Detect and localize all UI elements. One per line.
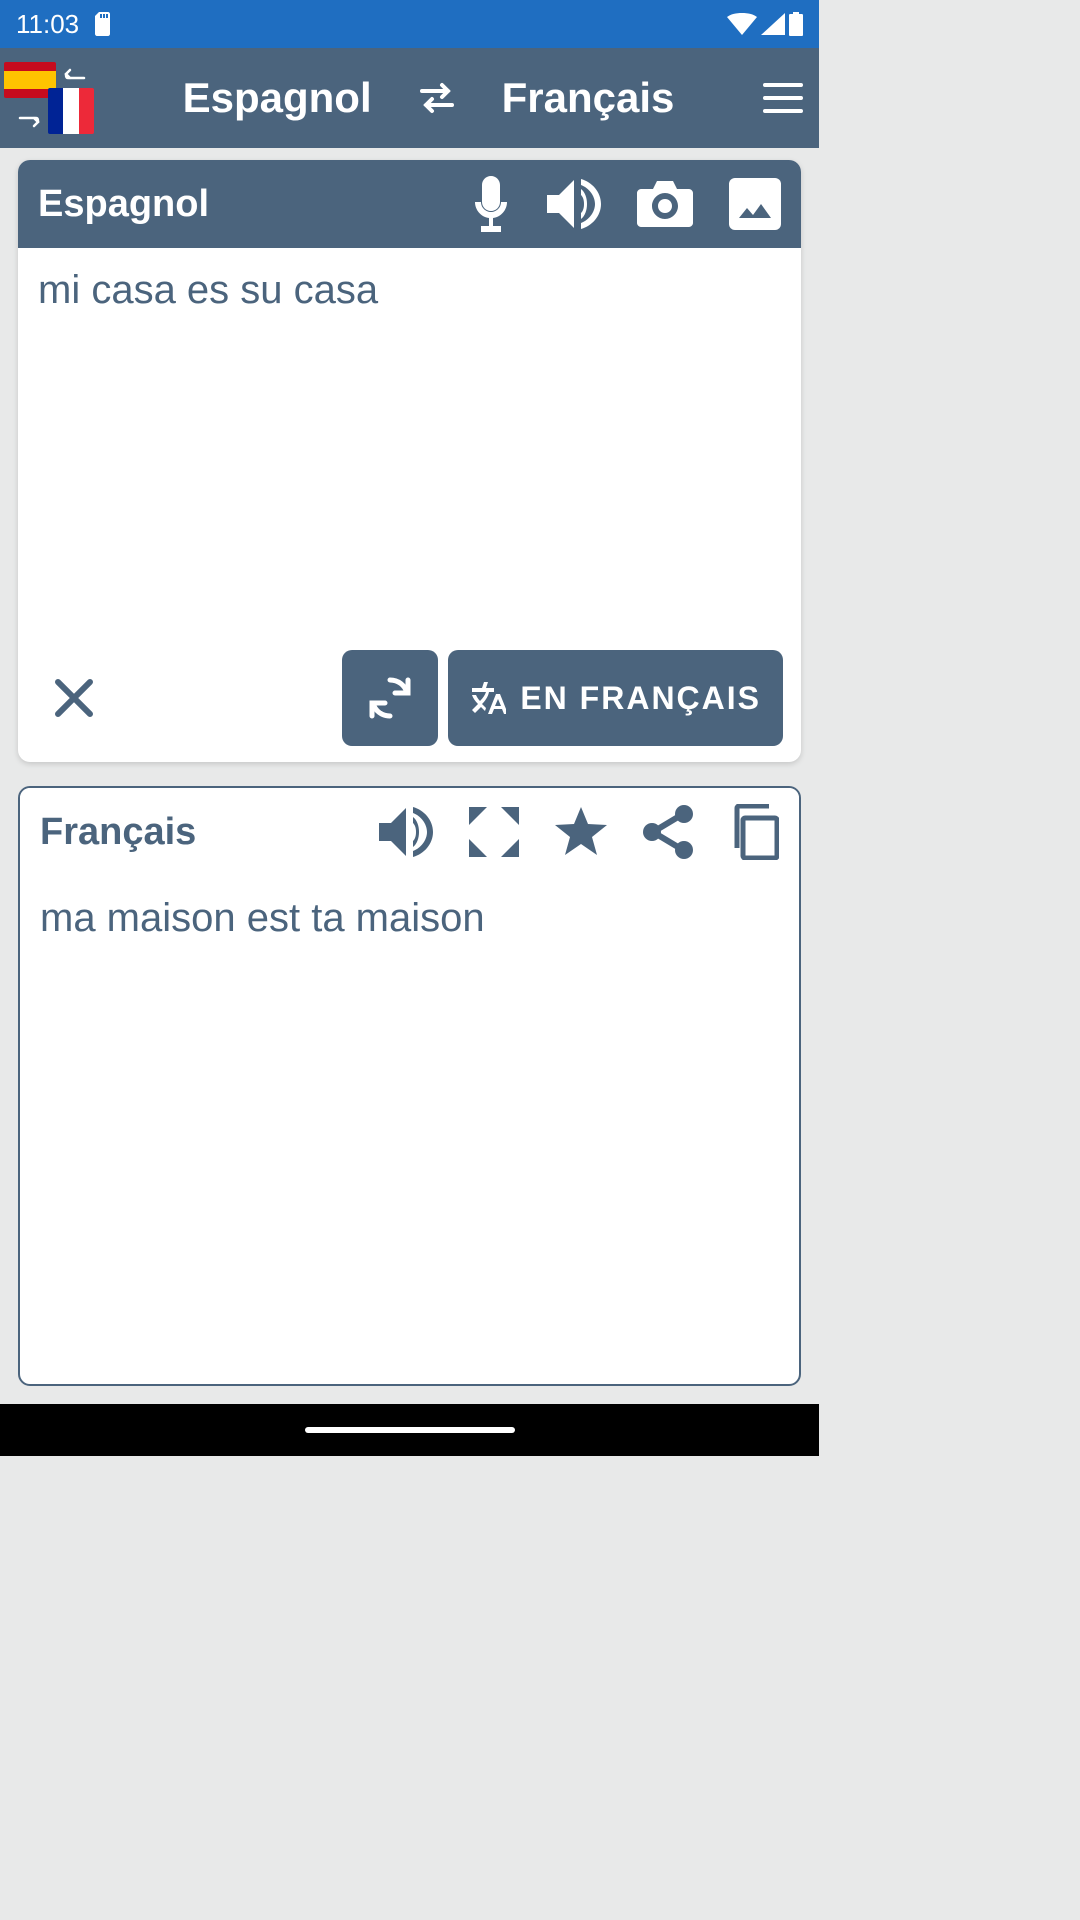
source-card: Espagnol mi casa es su casa	[18, 160, 801, 762]
swap-languages-button[interactable]	[392, 53, 482, 143]
home-indicator[interactable]	[305, 1427, 515, 1433]
speaker-icon[interactable]	[547, 179, 601, 229]
source-language-title[interactable]: Espagnol	[183, 74, 372, 122]
fullscreen-icon[interactable]	[469, 807, 519, 857]
app-bar: Espagnol Français	[0, 48, 819, 148]
star-icon[interactable]	[555, 807, 607, 857]
target-label: Français	[40, 811, 196, 854]
status-bar: 11:03	[0, 0, 819, 48]
target-language-title[interactable]: Français	[502, 74, 675, 122]
target-card: Français ma maison est ta maison	[18, 786, 801, 1386]
app-logo[interactable]	[4, 58, 94, 138]
flag-france-icon	[48, 88, 94, 134]
target-output: ma maison est ta maison	[20, 876, 799, 1384]
share-icon[interactable]	[643, 805, 693, 859]
translate-button-label: EN FRANÇAIS	[520, 680, 761, 717]
wifi-icon	[727, 13, 757, 35]
clear-button[interactable]	[52, 676, 96, 720]
status-time: 11:03	[16, 9, 79, 40]
image-icon[interactable]	[729, 178, 781, 230]
speaker-icon[interactable]	[379, 807, 433, 857]
sync-button[interactable]	[342, 650, 438, 746]
camera-icon[interactable]	[637, 181, 693, 227]
translate-button[interactable]: EN FRANÇAIS	[448, 650, 783, 746]
nav-bar	[0, 1404, 819, 1456]
menu-button[interactable]	[763, 83, 803, 113]
source-input[interactable]: mi casa es su casa	[18, 248, 801, 636]
signal-icon	[761, 13, 785, 35]
source-label: Espagnol	[38, 183, 209, 226]
sd-card-icon	[93, 12, 113, 36]
copy-icon[interactable]	[729, 804, 779, 860]
microphone-icon[interactable]	[471, 176, 511, 232]
battery-icon	[789, 12, 803, 36]
